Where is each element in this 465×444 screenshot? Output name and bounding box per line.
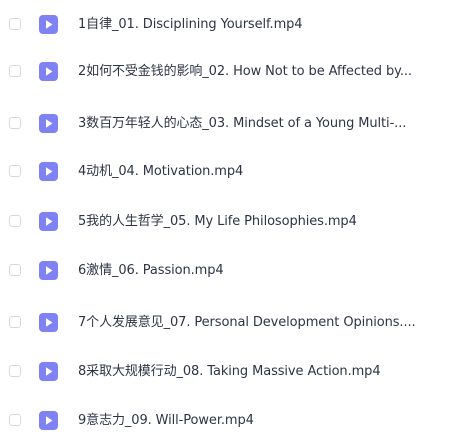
video-file-icon bbox=[39, 62, 58, 81]
file-row[interactable]: 3数百万年轻人的心态_03. Mindset of a Young Multi-… bbox=[0, 104, 465, 144]
video-file-icon bbox=[39, 261, 58, 280]
file-row[interactable]: 1自律_01. Disciplining Yourself.mp4 bbox=[0, 5, 465, 45]
file-name: 8采取大规模行动_08. Taking Massive Action.mp4 bbox=[78, 364, 381, 379]
file-checkbox[interactable] bbox=[9, 215, 21, 227]
file-checkbox[interactable] bbox=[9, 414, 21, 426]
video-file-icon bbox=[39, 114, 58, 133]
file-name: 1自律_01. Disciplining Yourself.mp4 bbox=[78, 17, 303, 32]
file-name: 4动机_04. Motivation.mp4 bbox=[78, 164, 244, 179]
file-list: 1自律_01. Disciplining Yourself.mp4 2如何不受金… bbox=[0, 0, 465, 444]
file-name: 5我的人生哲学_05. My Life Philosophies.mp4 bbox=[78, 214, 357, 229]
file-row[interactable]: 9意志力_09. Will-Power.mp4 bbox=[0, 401, 465, 441]
file-row[interactable]: 5我的人生哲学_05. My Life Philosophies.mp4 bbox=[0, 202, 465, 242]
file-row[interactable]: 6激情_06. Passion.mp4 bbox=[0, 251, 465, 291]
file-name: 2如何不受金钱的影响_02. How Not to be Affected by… bbox=[78, 64, 412, 79]
file-checkbox[interactable] bbox=[9, 365, 21, 377]
file-name: 9意志力_09. Will-Power.mp4 bbox=[78, 413, 254, 428]
file-checkbox[interactable] bbox=[9, 117, 21, 129]
file-checkbox[interactable] bbox=[9, 264, 21, 276]
video-file-icon bbox=[39, 313, 58, 332]
file-checkbox[interactable] bbox=[9, 165, 21, 177]
file-row[interactable]: 2如何不受金钱的影响_02. How Not to be Affected by… bbox=[0, 52, 465, 92]
video-file-icon bbox=[39, 212, 58, 231]
file-name: 7个人发展意见_07. Personal Development Opinion… bbox=[78, 315, 416, 330]
video-file-icon bbox=[39, 362, 58, 381]
file-checkbox[interactable] bbox=[9, 18, 21, 30]
video-file-icon bbox=[39, 162, 58, 181]
video-file-icon bbox=[39, 411, 58, 430]
file-name: 3数百万年轻人的心态_03. Mindset of a Young Multi-… bbox=[78, 116, 407, 131]
file-row[interactable]: 4动机_04. Motivation.mp4 bbox=[0, 152, 465, 192]
file-checkbox[interactable] bbox=[9, 65, 21, 77]
file-row[interactable]: 8采取大规模行动_08. Taking Massive Action.mp4 bbox=[0, 352, 465, 392]
file-name: 6激情_06. Passion.mp4 bbox=[78, 263, 224, 278]
file-row[interactable]: 7个人发展意见_07. Personal Development Opinion… bbox=[0, 303, 465, 343]
video-file-icon bbox=[39, 15, 58, 34]
file-checkbox[interactable] bbox=[9, 316, 21, 328]
